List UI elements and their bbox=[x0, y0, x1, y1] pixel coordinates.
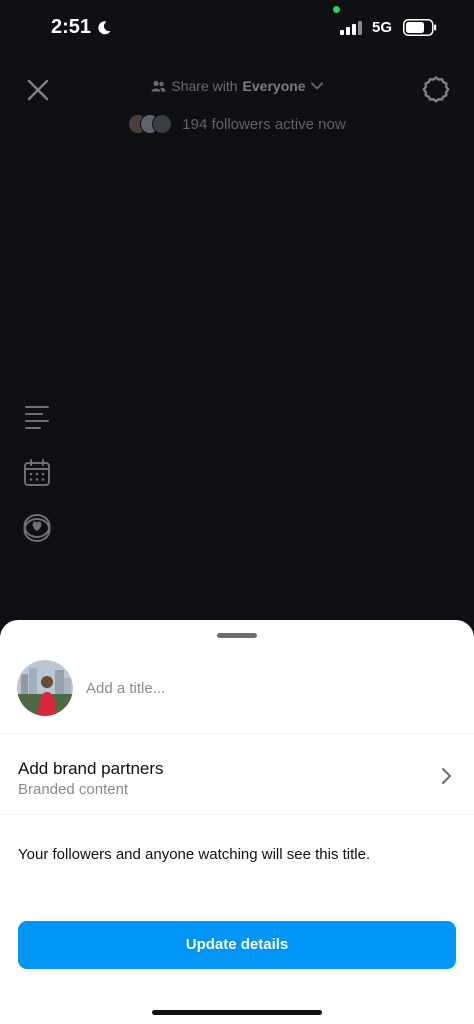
brand-partners-row[interactable]: Add brand partners Branded content bbox=[0, 735, 474, 815]
heart-badge-icon[interactable] bbox=[22, 513, 52, 543]
title-visibility-note: Your followers and anyone watching will … bbox=[18, 846, 371, 863]
settings-icon[interactable] bbox=[420, 74, 452, 106]
audience-value: Everyone bbox=[242, 78, 306, 94]
status-time-group: 2:51 bbox=[51, 16, 112, 39]
update-details-button[interactable]: Update details bbox=[18, 921, 456, 969]
active-followers-text: 194 followers active now bbox=[182, 115, 346, 133]
signal-icon bbox=[340, 21, 362, 35]
brand-partners-label: Add brand partners bbox=[18, 759, 164, 778]
brand-partners-subtitle: Branded content bbox=[18, 781, 129, 798]
chevron-down-icon bbox=[310, 82, 323, 90]
title-row bbox=[0, 658, 474, 734]
active-followers-row: 194 followers active now bbox=[0, 114, 474, 134]
home-indicator[interactable] bbox=[152, 1010, 322, 1015]
calendar-icon[interactable] bbox=[22, 458, 52, 488]
title-input[interactable] bbox=[86, 676, 446, 700]
audience-selector[interactable]: Share with Everyone bbox=[0, 78, 474, 94]
details-sheet: Add brand partners Branded content Your … bbox=[0, 620, 474, 1024]
live-setup-screen: 2:51 5G Share with Everyone 194 follower… bbox=[0, 0, 474, 1024]
network-label: 5G bbox=[372, 19, 393, 36]
profile-avatar bbox=[17, 660, 73, 716]
status-bar: 2:51 5G bbox=[0, 0, 474, 60]
chevron-right-icon bbox=[442, 768, 451, 784]
share-prefix: Share with bbox=[171, 78, 238, 94]
follower-avatars bbox=[128, 114, 173, 134]
status-time: 2:51 bbox=[51, 16, 92, 38]
battery-icon bbox=[403, 19, 437, 36]
people-icon bbox=[151, 80, 166, 92]
text-lines-icon[interactable] bbox=[22, 402, 52, 432]
privacy-indicator-dot bbox=[333, 6, 340, 13]
follower-avatar bbox=[152, 114, 173, 134]
sheet-grabber[interactable] bbox=[217, 633, 257, 638]
moon-icon bbox=[98, 20, 111, 34]
